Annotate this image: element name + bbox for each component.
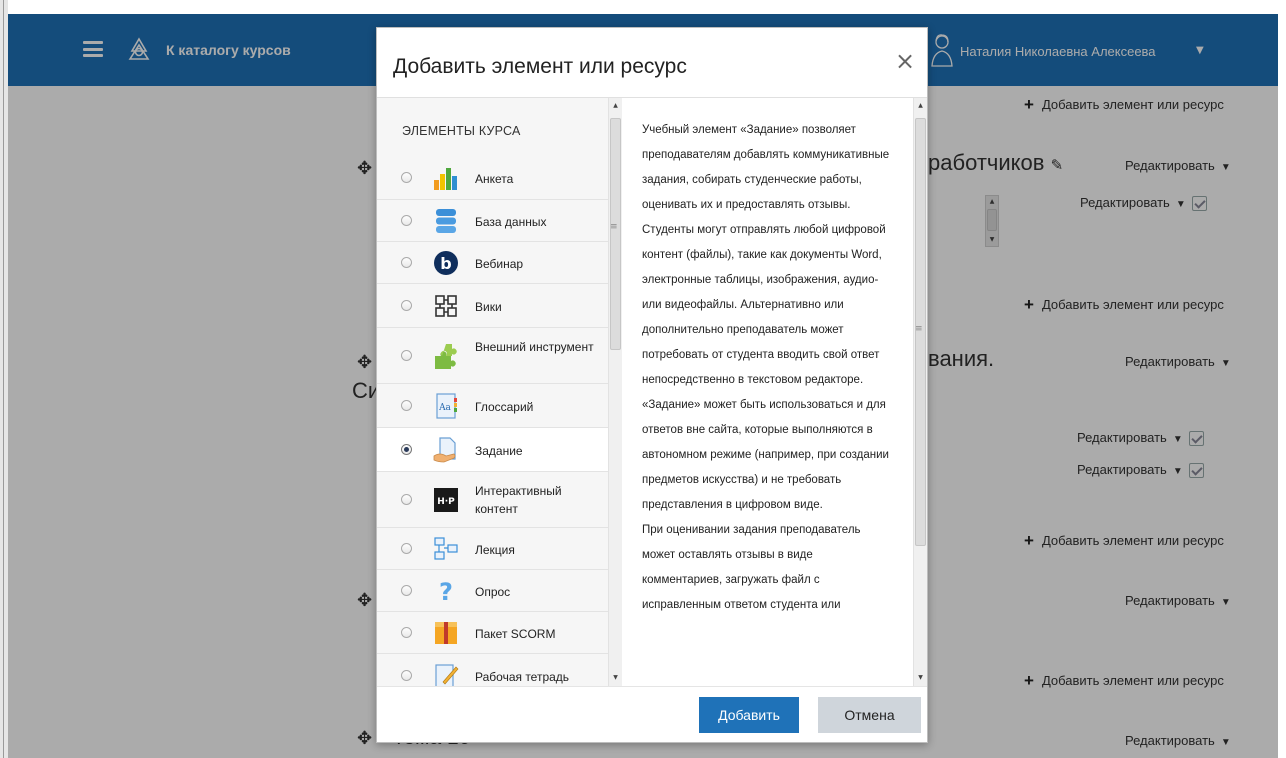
option-label: Задание (475, 444, 523, 458)
option-feedback[interactable]: ? Опрос (377, 570, 608, 612)
option-label: Опрос (475, 585, 511, 599)
assignment-icon (433, 437, 456, 463)
option-label: Рабочая тетрадь (475, 670, 570, 684)
dialog-header: Добавить элемент или ресурс × (377, 28, 927, 98)
lesson-icon (434, 537, 458, 560)
dialog-title: Добавить элемент или ресурс (393, 55, 687, 78)
option-glossary[interactable]: Aa Глоссарий (377, 384, 608, 428)
svg-text:H·P: H·P (437, 497, 455, 507)
option-label: Интерактивный контент (475, 484, 562, 516)
option-scorm[interactable]: Пакет SCORM (377, 612, 608, 654)
option-lesson[interactable]: Лекция (377, 528, 608, 570)
radio-button[interactable] (401, 300, 412, 311)
cancel-button[interactable]: Отмена (818, 697, 921, 733)
add-button[interactable]: Добавить (699, 697, 799, 733)
radio-button[interactable] (401, 670, 412, 681)
option-label: База данных (475, 215, 547, 229)
option-assignment[interactable]: Задание (377, 428, 608, 472)
option-external-tool[interactable]: Внешний инструмент (377, 328, 608, 384)
option-label: Лекция (475, 543, 515, 557)
window-edge (0, 0, 8, 758)
option-survey[interactable]: Анкета (377, 156, 608, 200)
radio-button[interactable] (401, 444, 412, 455)
option-label: Вебинар (475, 257, 524, 271)
radio-button[interactable] (401, 257, 412, 268)
dialog-footer: Добавить Отмена (377, 686, 927, 742)
radio-button[interactable] (401, 350, 412, 361)
radio-button[interactable] (401, 400, 412, 411)
option-database[interactable]: База данных (377, 200, 608, 242)
option-label: Вики (475, 300, 502, 314)
option-webinar[interactable]: b Вебинар (377, 242, 608, 284)
puzzle-icon (435, 344, 457, 369)
help-scrollbar[interactable]: ▲ ≡ ▼ (913, 98, 927, 686)
glossary-icon: Aa (436, 393, 457, 419)
help-paragraph: Учебный элемент «Задание» позволяет преп… (642, 124, 890, 611)
radio-button[interactable] (401, 494, 412, 505)
help-text-panel: Учебный элемент «Задание» позволяет преп… (624, 98, 912, 686)
radio-button[interactable] (401, 172, 412, 183)
option-label: Внешний инструмент (475, 340, 594, 354)
option-interactive-content[interactable]: H·P Интерактивный контент (377, 472, 608, 528)
svg-text:Aa: Aa (438, 403, 451, 413)
close-icon[interactable]: × (895, 47, 915, 75)
option-workbook[interactable]: Рабочая тетрадь (377, 654, 608, 686)
wiki-icon (435, 295, 457, 317)
add-activity-dialog: Добавить элемент или ресурс × ЭЛЕМЕНТЫ К… (376, 27, 928, 743)
svg-text:?: ? (439, 578, 453, 605)
radio-button[interactable] (401, 585, 412, 596)
survey-chart-icon (434, 168, 457, 190)
svg-text:b: b (440, 254, 451, 273)
database-icon (436, 209, 456, 233)
options-list: ЭЛЕМЕНТЫ КУРСА Анкета База данных b Веби… (377, 98, 608, 686)
radio-button[interactable] (401, 215, 412, 226)
bigbluebutton-icon: b (434, 251, 458, 275)
options-scrollbar[interactable]: ▲ ≡ ▼ (608, 98, 622, 686)
question-icon: ? (439, 578, 453, 605)
radio-button[interactable] (401, 627, 412, 638)
option-label: Пакет SCORM (475, 627, 556, 641)
h5p-icon: H·P (434, 488, 458, 512)
workbook-icon (435, 664, 459, 686)
option-wiki[interactable]: Вики (377, 284, 608, 328)
option-label: Анкета (475, 172, 514, 186)
category-label: ЭЛЕМЕНТЫ КУРСА (402, 124, 521, 138)
option-label: Глоссарий (475, 400, 534, 414)
scorm-package-icon (435, 622, 457, 644)
radio-button[interactable] (401, 543, 412, 554)
